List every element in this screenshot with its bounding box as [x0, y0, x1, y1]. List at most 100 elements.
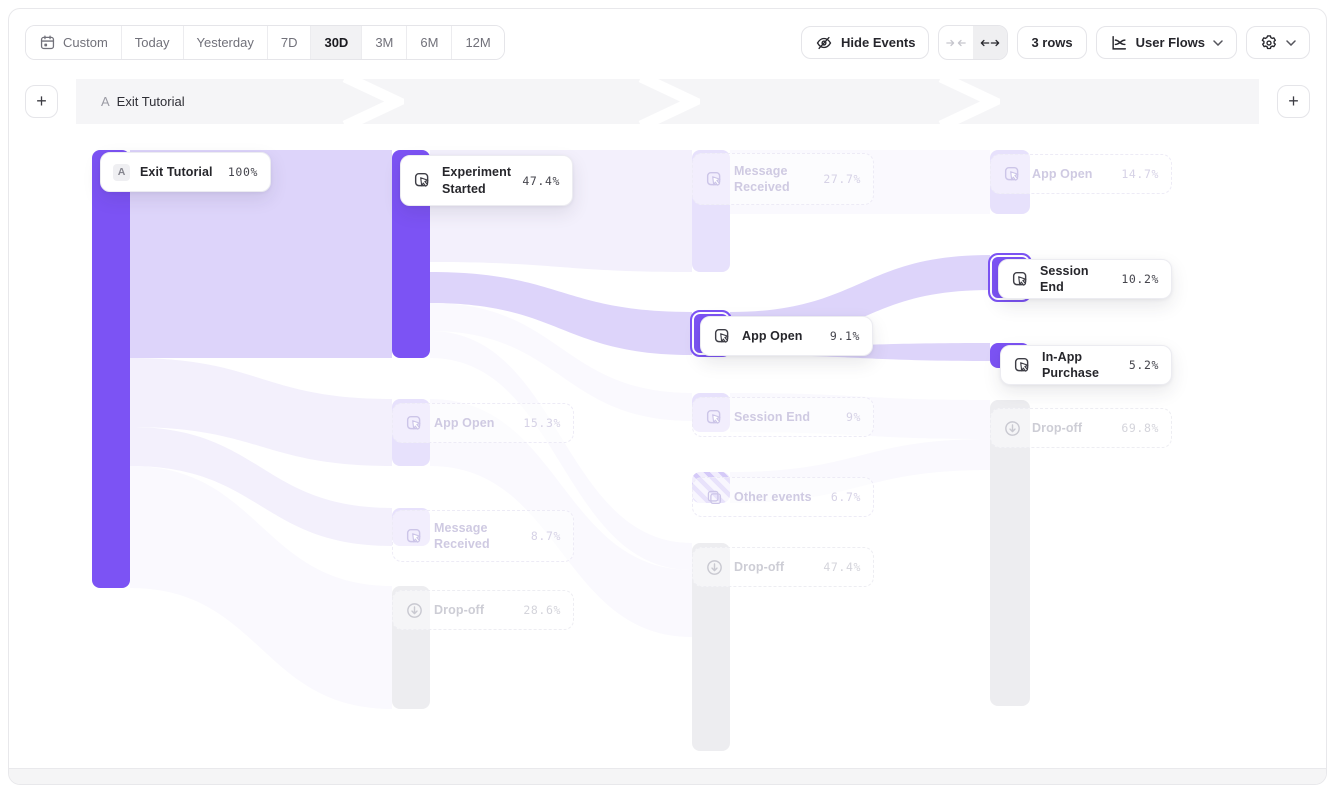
- node-percent: 5.2%: [1129, 358, 1159, 372]
- step-header-bar[interactable]: A Exit Tutorial: [76, 79, 1259, 124]
- node-percent: 6.7%: [831, 490, 861, 504]
- node-percent: 9.1%: [830, 329, 860, 343]
- view-selector-label: User Flows: [1136, 35, 1205, 50]
- node-percent: 10.2%: [1121, 272, 1159, 286]
- plus-icon: +: [36, 91, 47, 112]
- date-range-30d[interactable]: 30D: [310, 26, 361, 59]
- date-range-6m[interactable]: 6M: [406, 26, 451, 59]
- node-card-exit-tutorial-1[interactable]: A Exit Tutorial 100%: [100, 152, 271, 192]
- node-label: Session End: [1040, 263, 1111, 296]
- event-icon: [1003, 165, 1022, 184]
- event-icon: [405, 414, 424, 433]
- event-icon: [713, 327, 732, 346]
- date-range-3m[interactable]: 3M: [361, 26, 406, 59]
- date-range-label: 3M: [375, 35, 393, 50]
- view-selector-button[interactable]: User Flows: [1096, 26, 1237, 59]
- node-label: In-App Purchase: [1042, 349, 1119, 382]
- node-card-message-received-2[interactable]: Message Received 8.7%: [392, 510, 574, 562]
- node-card-session-end-4[interactable]: Session End 10.2%: [998, 259, 1172, 299]
- settings-button[interactable]: [1246, 26, 1310, 59]
- step-chevron-separator: [638, 79, 700, 124]
- node-card-other-events-3[interactable]: Other events 6.7%: [692, 477, 874, 517]
- node-label: Drop-off: [1032, 420, 1111, 436]
- node-label: Message Received: [734, 163, 813, 196]
- toolbar: Custom Today Yesterday 7D 30D 3M 6M 12M Hide Ev…: [25, 25, 1310, 60]
- event-icon: [705, 170, 724, 189]
- node-percent: 15.3%: [523, 416, 561, 430]
- node-label: Drop-off: [734, 559, 813, 575]
- expand-columns-button[interactable]: [973, 26, 1007, 59]
- date-range-group: Custom Today Yesterday 7D 30D 3M 6M 12M: [25, 25, 505, 60]
- date-range-7d[interactable]: 7D: [267, 26, 311, 59]
- drop-off-icon: [405, 601, 424, 620]
- node-card-drop-off-2[interactable]: Drop-off 28.6%: [392, 590, 574, 630]
- node-percent: 27.7%: [823, 172, 861, 186]
- start-event-title: Exit Tutorial: [117, 94, 185, 109]
- collapse-columns-button[interactable]: [939, 26, 973, 59]
- start-event-prefix: A: [101, 94, 110, 109]
- node-label: App Open: [1032, 166, 1111, 182]
- add-step-left-button[interactable]: +: [25, 85, 58, 118]
- drop-off-icon: [1003, 419, 1022, 438]
- event-icon: [413, 171, 432, 190]
- step-header-row: + A Exit Tutorial +: [25, 79, 1310, 124]
- column-width-toggle: [938, 25, 1008, 60]
- plus-icon: +: [1288, 91, 1299, 112]
- user-flows-chart-icon: [1110, 34, 1128, 52]
- add-step-right-button[interactable]: +: [1277, 85, 1310, 118]
- expand-columns-icon: [980, 37, 1000, 49]
- drop-off-icon: [705, 558, 724, 577]
- node-label: Session End: [734, 409, 836, 425]
- rows-button[interactable]: 3 rows: [1017, 26, 1086, 59]
- date-range-custom[interactable]: Custom: [26, 26, 121, 59]
- node-card-message-received-3[interactable]: Message Received 27.7%: [692, 153, 874, 205]
- date-range-label: 6M: [420, 35, 438, 50]
- date-range-label: 7D: [281, 35, 298, 50]
- date-range-label: Custom: [63, 35, 108, 50]
- hide-events-label: Hide Events: [841, 35, 915, 50]
- start-event-label: A Exit Tutorial: [101, 94, 185, 109]
- node-label: Drop-off: [434, 602, 513, 618]
- date-range-label: 12M: [465, 35, 490, 50]
- node-card-experiment-started-2[interactable]: Experiment Started 47.4%: [400, 155, 573, 206]
- date-range-label: Today: [135, 35, 170, 50]
- node-card-drop-off-4[interactable]: Drop-off 69.8%: [990, 408, 1172, 448]
- node-label: Experiment Started: [442, 164, 512, 197]
- event-icon: [705, 408, 724, 427]
- step-chevron-separator: [342, 79, 404, 124]
- other-events-icon: [705, 488, 724, 507]
- node-label: Message Received: [434, 520, 521, 553]
- chevron-down-icon: [1286, 40, 1296, 46]
- date-range-yesterday[interactable]: Yesterday: [183, 26, 267, 59]
- node-percent: 8.7%: [531, 529, 561, 543]
- event-icon: [1011, 270, 1030, 289]
- node-bar-exit-tutorial-1[interactable]: [92, 150, 130, 588]
- node-percent: 9%: [846, 410, 861, 424]
- node-label: App Open: [742, 328, 820, 344]
- date-range-12m[interactable]: 12M: [451, 26, 503, 59]
- event-icon: [1013, 356, 1032, 375]
- node-label: Other events: [734, 489, 821, 505]
- node-card-in-app-purchase-4[interactable]: In-App Purchase 5.2%: [1000, 345, 1172, 385]
- footer-strip: [9, 768, 1326, 784]
- node-label: Exit Tutorial: [140, 164, 218, 180]
- chevron-down-icon: [1213, 40, 1223, 46]
- node-percent: 28.6%: [523, 603, 561, 617]
- step-chevron-separator: [938, 79, 1000, 124]
- node-label: App Open: [434, 415, 513, 431]
- rows-label: 3 rows: [1031, 35, 1072, 50]
- eye-off-icon: [815, 34, 833, 52]
- node-percent: 47.4%: [823, 560, 861, 574]
- node-percent: 47.4%: [522, 174, 560, 188]
- node-card-app-open-2[interactable]: App Open 15.3%: [392, 403, 574, 443]
- date-range-label: Yesterday: [197, 35, 254, 50]
- node-card-app-open-4[interactable]: App Open14.7%: [990, 154, 1172, 194]
- hide-events-button[interactable]: Hide Events: [801, 26, 929, 59]
- node-card-drop-off-3[interactable]: Drop-off 47.4%: [692, 547, 874, 587]
- node-percent: 69.8%: [1121, 421, 1159, 435]
- node-card-app-open-3[interactable]: App Open 9.1%: [700, 316, 873, 356]
- date-range-today[interactable]: Today: [121, 26, 183, 59]
- node-percent: 100%: [228, 165, 258, 179]
- node-card-session-end-3[interactable]: Session End 9%: [692, 397, 874, 437]
- event-a-badge: A: [113, 164, 130, 181]
